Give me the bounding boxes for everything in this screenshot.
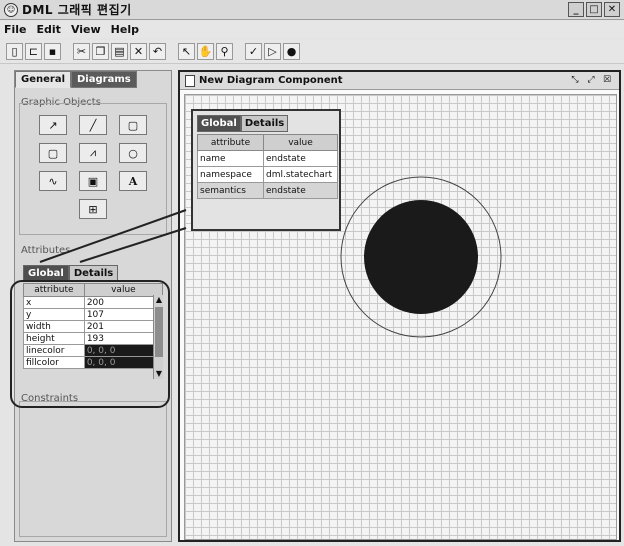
column-header-attribute: attribute: [197, 134, 264, 151]
close-icon[interactable]: ☒: [601, 74, 613, 86]
attributes-callout: [10, 280, 170, 408]
document-icon: [185, 74, 195, 87]
diagram-canvas[interactable]: Global Details attribute value name ends…: [184, 94, 617, 540]
menu-edit[interactable]: Edit: [37, 23, 61, 36]
undo-icon[interactable]: ↶: [149, 43, 166, 60]
play-icon[interactable]: ▷: [264, 43, 281, 60]
table-row[interactable]: name endstate: [197, 150, 338, 167]
hand-icon[interactable]: ✋: [197, 43, 214, 60]
ellipse-tool-icon[interactable]: ○: [119, 143, 147, 163]
close-icon[interactable]: ✕: [604, 2, 620, 17]
copy-icon[interactable]: ❐: [92, 43, 109, 60]
arrow-tool-icon[interactable]: ↗: [39, 115, 67, 135]
table-row[interactable]: semantics endstate: [197, 182, 338, 199]
table-row[interactable]: namespace dml.statechart: [197, 166, 338, 183]
maximize-icon[interactable]: ⤢: [585, 74, 597, 86]
record-icon[interactable]: ●: [283, 43, 300, 60]
text-tool-icon[interactable]: A: [119, 171, 147, 191]
zoom-icon[interactable]: ⚲: [216, 43, 233, 60]
menu-help[interactable]: Help: [111, 23, 139, 36]
attr-name: semantics: [197, 182, 264, 199]
rounded-rect-tool-icon[interactable]: ▢: [39, 143, 67, 163]
pointer-icon[interactable]: ↖: [178, 43, 195, 60]
attr-name: name: [197, 150, 264, 167]
attr-value[interactable]: dml.statechart: [263, 166, 338, 183]
line-tool-icon[interactable]: ╱: [79, 115, 107, 135]
attr-value[interactable]: endstate: [263, 182, 338, 199]
delete-icon[interactable]: ✕: [130, 43, 147, 60]
paste-icon[interactable]: ▤: [111, 43, 128, 60]
diagram-title-bar: New Diagram Component ⤡ ⤢ ☒: [180, 72, 619, 90]
connector-tool-icon[interactable]: ⊞: [79, 199, 107, 219]
global-properties-table: attribute value name endstate namespace …: [197, 134, 338, 199]
save-icon[interactable]: ▪: [44, 43, 61, 60]
app-icon: ☺: [4, 2, 18, 17]
attributes-label: Attributes: [21, 245, 71, 256]
new-icon[interactable]: ▯: [6, 43, 23, 60]
minimize-icon[interactable]: _: [568, 2, 584, 17]
restore-icon[interactable]: ⤡: [569, 74, 581, 86]
cut-icon[interactable]: ✂: [73, 43, 90, 60]
menu-file[interactable]: File: [4, 23, 27, 36]
end-state-core[interactable]: [364, 200, 478, 314]
menu-bar: File Edit View Help: [0, 21, 624, 38]
diagram-window: New Diagram Component ⤡ ⤢ ☒ Global Detai…: [178, 70, 621, 542]
menu-view[interactable]: View: [71, 23, 101, 36]
tab-general[interactable]: General: [15, 71, 71, 88]
tab-diagrams[interactable]: Diagrams: [71, 71, 137, 88]
attr-value[interactable]: endstate: [263, 150, 338, 167]
global-properties-panel: Global Details attribute value name ends…: [191, 109, 341, 231]
tab-details[interactable]: Details: [240, 115, 289, 132]
diagram-title: New Diagram Component: [199, 75, 343, 86]
curve-tool-icon[interactable]: ∿: [39, 171, 67, 191]
maximize-icon[interactable]: □: [586, 2, 602, 17]
toolbar: ▯ ⊏ ▪ ✂ ❐ ▤ ✕ ↶ ↖ ✋ ⚲ ✓ ▷ ●: [0, 40, 624, 64]
title-bar: ☺ DML 그래픽 편집기 _ □ ✕: [0, 0, 624, 20]
check-icon[interactable]: ✓: [245, 43, 262, 60]
open-icon[interactable]: ⊏: [25, 43, 42, 60]
constraints-group: [19, 401, 167, 537]
column-header-value: value: [263, 134, 338, 151]
window-title: DML 그래픽 편집기: [22, 3, 132, 17]
rectangle-tool-icon[interactable]: ▢: [119, 115, 147, 135]
tab-global[interactable]: Global: [197, 115, 241, 132]
image-tool-icon[interactable]: ▣: [79, 171, 107, 191]
attr-name: namespace: [197, 166, 264, 183]
polyline-tool-icon[interactable]: ⩘: [79, 143, 107, 163]
